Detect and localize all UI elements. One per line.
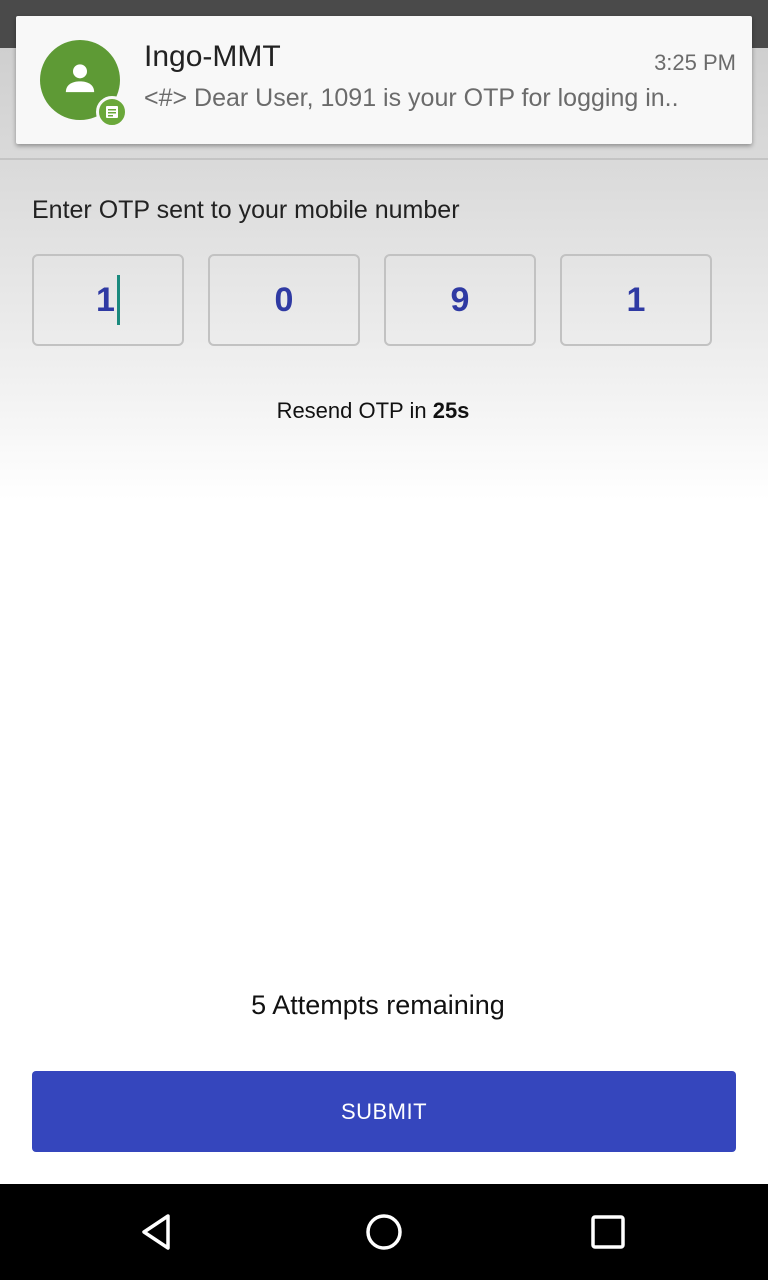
otp-digit-4-value: 1 bbox=[626, 280, 646, 319]
otp-digit-4-input[interactable]: 1 bbox=[560, 254, 712, 346]
resend-otp-timer: Resend OTP in 25s bbox=[0, 398, 746, 424]
resend-otp-label: Resend OTP in bbox=[276, 398, 427, 423]
attempts-remaining: 5 Attempts remaining bbox=[251, 990, 505, 1020]
navigation-bar bbox=[0, 1184, 768, 1280]
recent-apps-square-icon[interactable] bbox=[584, 1208, 632, 1256]
otp-instruction-label: Enter OTP sent to your mobile number bbox=[32, 196, 460, 224]
otp-screen: Ingo-MMT 3:25 PM <#> Dear User, 1091 is … bbox=[0, 0, 768, 1280]
otp-digit-1-value: 1 bbox=[96, 280, 115, 319]
otp-digit-2-value: 0 bbox=[274, 280, 294, 319]
home-circle-icon[interactable] bbox=[360, 1208, 408, 1256]
message-icon bbox=[106, 106, 118, 118]
otp-digit-3-value: 9 bbox=[450, 280, 470, 319]
toolbar-divider bbox=[0, 158, 768, 160]
otp-digit-2-input[interactable]: 0 bbox=[208, 254, 360, 346]
notification-sender: Ingo-MMT bbox=[144, 40, 281, 73]
resend-countdown: 25s bbox=[432, 398, 470, 423]
message-badge bbox=[96, 96, 128, 128]
text-cursor bbox=[116, 275, 120, 325]
submit-button[interactable]: SUBMIT bbox=[32, 1071, 736, 1152]
submit-button-label: SUBMIT bbox=[340, 1098, 428, 1124]
sms-notification-card[interactable]: Ingo-MMT 3:25 PM <#> Dear User, 1091 is … bbox=[16, 16, 752, 144]
person-icon bbox=[65, 64, 95, 93]
notification-message: <#> Dear User, 1091 is your OTP for logg… bbox=[144, 84, 679, 112]
otp-digit-1-input[interactable]: 1 bbox=[32, 254, 184, 346]
otp-digit-3-input[interactable]: 9 bbox=[384, 254, 536, 346]
back-triangle-icon[interactable] bbox=[136, 1208, 184, 1256]
notification-time: 3:25 PM bbox=[654, 50, 736, 75]
